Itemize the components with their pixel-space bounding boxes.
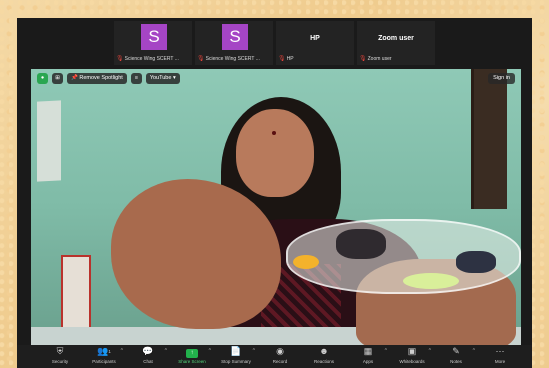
mic-muted-icon: 🎙 (278, 56, 286, 62)
share-screen-icon: ↑ (170, 345, 214, 358)
avatar: S (141, 24, 167, 50)
video-dish-specimen (336, 229, 386, 259)
chat-button[interactable]: 💬 Chat ^ (126, 345, 170, 368)
summary-icon: 📄 (230, 346, 242, 356)
shield-status-icon[interactable]: ● (37, 73, 48, 84)
apps-button[interactable]: ▦ Apps ^ (346, 345, 390, 368)
avatar: S (222, 24, 248, 50)
share-screen-button[interactable]: ↑ Share Screen ^ (170, 345, 214, 368)
remove-spotlight-button[interactable]: 📌 Remove Spotlight (67, 73, 127, 84)
security-button[interactable]: ⛨ Security (38, 345, 82, 368)
record-button[interactable]: ◉ Record (258, 345, 302, 368)
mic-muted-icon: 🎙 (197, 56, 205, 62)
participant-tile-3[interactable]: HP 🎙HP (276, 21, 354, 65)
chevron-up-icon[interactable]: ^ (209, 348, 211, 354)
video-speaker-bindi (272, 131, 276, 135)
apps-icon: ▦ (363, 346, 373, 356)
spotlight-video[interactable]: ● ⊞ 📌 Remove Spotlight ≡ YouTube ▾ Sign … (31, 69, 521, 345)
more-button[interactable]: ⋯ More (478, 345, 522, 368)
chat-icon: 💬 (142, 346, 154, 356)
video-speaker-face (236, 109, 314, 197)
participant-display-name: HP (310, 35, 320, 42)
participant-name: 🎙Zoom user (359, 56, 392, 62)
live-stream-icon[interactable]: ≡ (130, 73, 142, 84)
chevron-up-icon[interactable]: ^ (429, 348, 431, 354)
participant-name: 🎙Science Wing SCERT ... (197, 56, 260, 62)
stop-summary-button[interactable]: 📄 Stop Summary ^ (214, 345, 258, 368)
participants-button[interactable]: 👥1 Participants ^ (82, 345, 126, 368)
video-dish-lime-spot (403, 273, 459, 289)
notes-icon: ✎ (452, 346, 460, 356)
chevron-up-icon[interactable]: ^ (253, 348, 255, 354)
shield-icon: ⛨ (56, 346, 64, 356)
more-icon: ⋯ (495, 346, 505, 356)
youtube-button[interactable]: YouTube ▾ (145, 73, 180, 84)
sign-in-button[interactable]: Sign in (488, 73, 515, 84)
participant-name: 🎙HP (278, 56, 294, 62)
participant-gallery-strip: S 🎙Science Wing SCERT ... S 🎙Science Win… (17, 18, 532, 68)
chevron-up-icon[interactable]: ^ (385, 348, 387, 354)
zoom-meeting-window: S 🎙Science Wing SCERT ... S 🎙Science Win… (17, 18, 532, 368)
whiteboard-icon: ▣ (407, 346, 417, 356)
record-icon: ◉ (276, 346, 284, 356)
video-door (471, 69, 507, 209)
participant-display-name: Zoom user (378, 35, 414, 42)
mic-muted-icon: 🎙 (116, 56, 124, 62)
participant-tile-1[interactable]: S 🎙Science Wing SCERT ... (114, 21, 192, 65)
notes-button[interactable]: ✎ Notes ^ (434, 345, 478, 368)
participant-tile-2[interactable]: S 🎙Science Wing SCERT ... (195, 21, 273, 65)
whiteboards-button[interactable]: ▣ Whiteboards ^ (390, 345, 434, 368)
chevron-up-icon[interactable]: ^ (121, 348, 123, 354)
participant-name: 🎙Science Wing SCERT ... (116, 56, 179, 62)
meeting-toolbar: ⛨ Security 👥1 Participants ^ 💬 Chat ^ ↑ … (17, 345, 532, 368)
participant-tile-4[interactable]: Zoom user 🎙Zoom user (357, 21, 435, 65)
chevron-up-icon[interactable]: ^ (165, 348, 167, 354)
reactions-button[interactable]: ☻ Reactions (302, 345, 346, 368)
video-wall-paper (37, 100, 61, 182)
chevron-up-icon[interactable]: ^ (473, 348, 475, 354)
participants-icon: 👥1 (97, 346, 111, 356)
reactions-icon: ☻ (319, 346, 329, 356)
video-top-controls: ● ⊞ 📌 Remove Spotlight ≡ YouTube ▾ (37, 73, 180, 84)
mic-muted-icon: 🎙 (359, 56, 367, 62)
participant-count: 1 (108, 349, 111, 354)
video-dish-yellow-spot (293, 255, 319, 269)
grid-view-icon[interactable]: ⊞ (52, 73, 63, 84)
video-dish-specimen (456, 251, 496, 273)
